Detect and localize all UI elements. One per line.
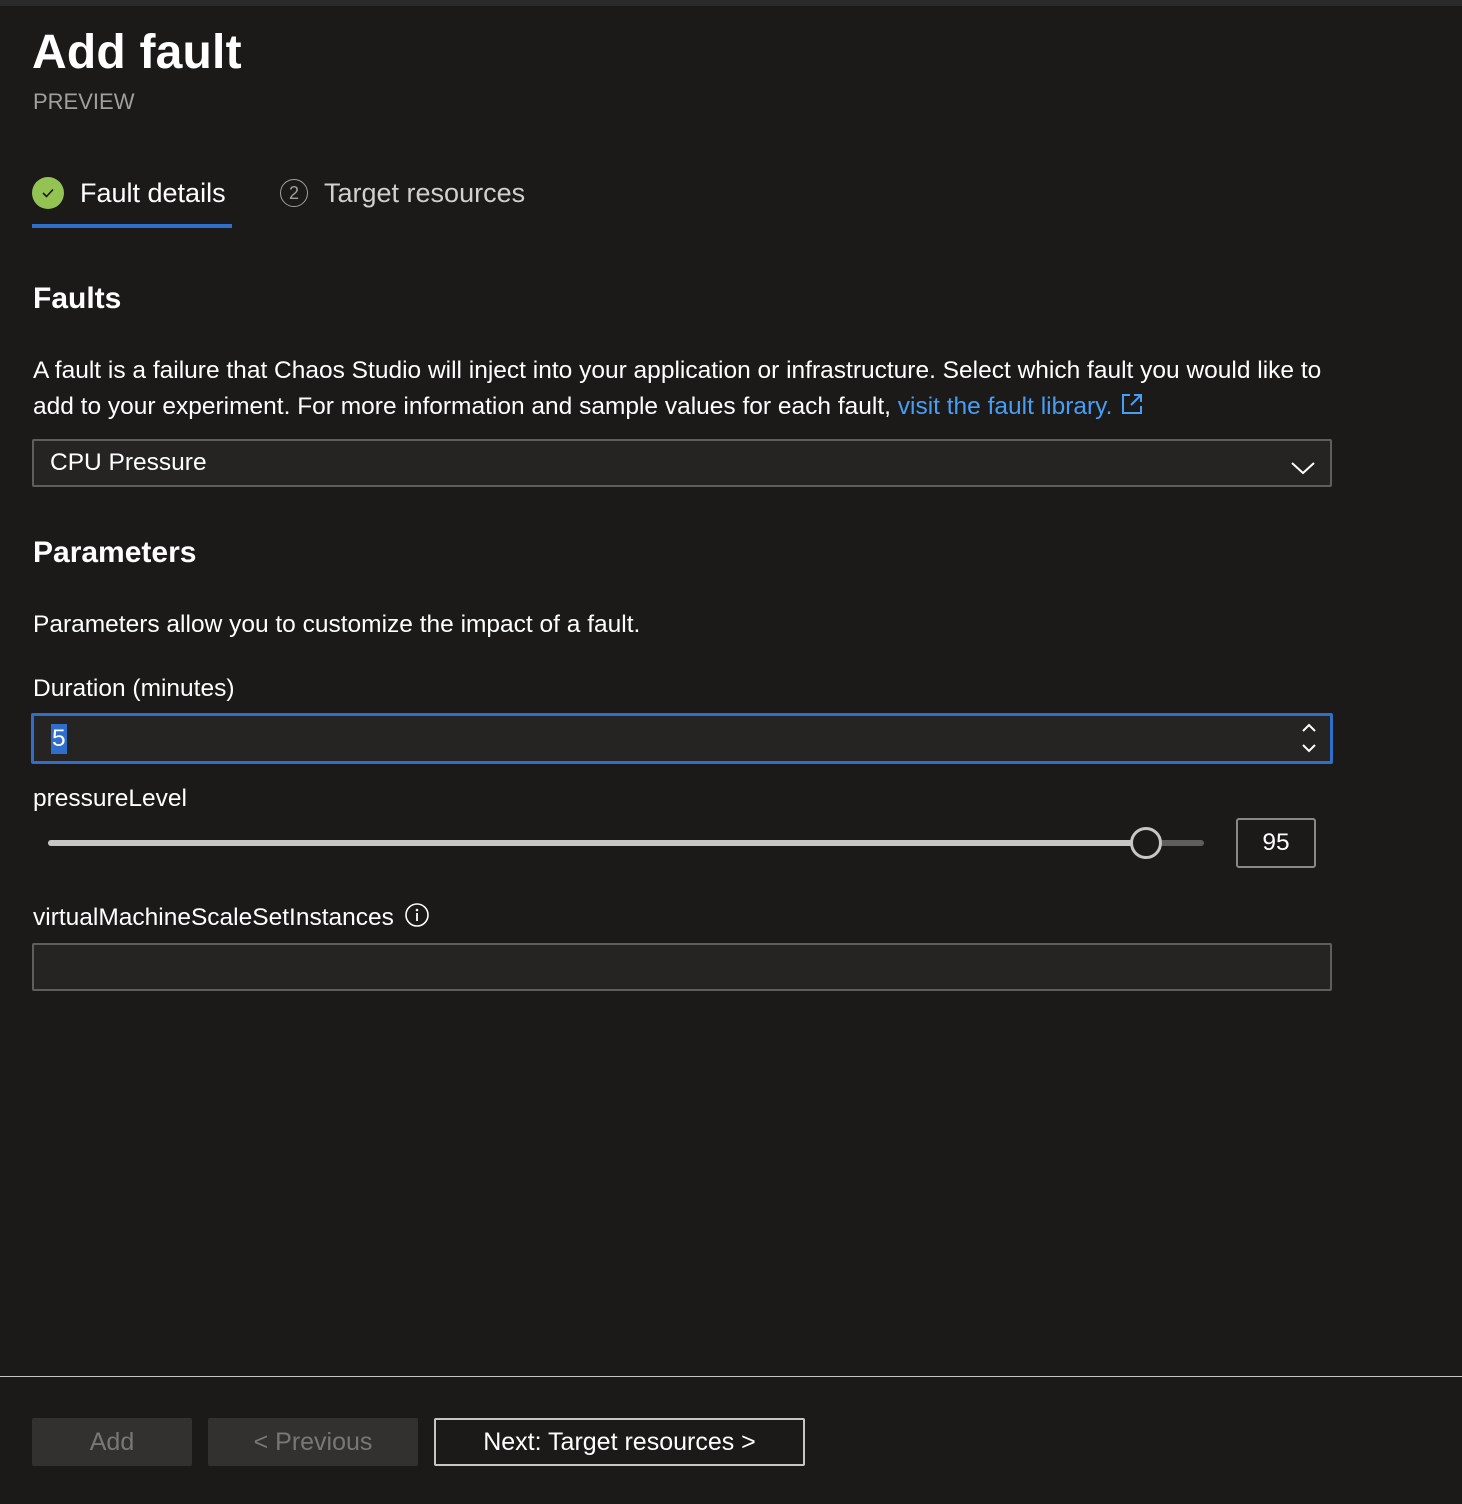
- add-button[interactable]: Add: [32, 1418, 192, 1466]
- pressure-level-label: pressureLevel: [33, 785, 187, 812]
- vmss-instances-input[interactable]: [32, 943, 1332, 991]
- parameters-description: Parameters allow you to customize the im…: [33, 611, 641, 638]
- tab-fault-details[interactable]: Fault details: [32, 170, 226, 216]
- pressure-level-value: 95: [1262, 829, 1290, 856]
- duration-value: 5: [51, 724, 67, 754]
- fault-dropdown-value: CPU Pressure: [50, 449, 207, 476]
- vmss-instances-label: virtualMachineScaleSetInstances: [33, 904, 394, 931]
- fault-dropdown[interactable]: CPU Pressure: [32, 439, 1332, 487]
- pressure-level-slider-thumb[interactable]: [1130, 827, 1163, 859]
- duration-input[interactable]: 5: [31, 713, 1333, 764]
- chevron-down-icon: [1290, 455, 1316, 483]
- checkmark-icon: [32, 177, 64, 209]
- previous-button[interactable]: < Previous: [208, 1418, 418, 1466]
- panel-title: Add fault: [32, 26, 242, 79]
- external-link-icon[interactable]: [1120, 391, 1144, 427]
- chevron-down-icon[interactable]: [1300, 741, 1318, 760]
- pressure-level-value-box[interactable]: 95: [1236, 818, 1316, 868]
- tab-target-resources[interactable]: 2 Target resources: [280, 170, 525, 216]
- info-icon[interactable]: [404, 902, 430, 936]
- footer-divider: [0, 1376, 1462, 1377]
- duration-label: Duration (minutes): [33, 675, 235, 702]
- faults-description: A fault is a failure that Chaos Studio w…: [33, 353, 1353, 427]
- top-border: [0, 0, 1462, 6]
- active-tab-indicator: [32, 224, 232, 228]
- pressure-level-slider-fill: [48, 840, 1147, 846]
- parameters-heading: Parameters: [33, 536, 197, 569]
- tab-label: Target resources: [324, 178, 526, 208]
- vmss-instances-label-row: virtualMachineScaleSetInstances: [33, 902, 430, 936]
- preview-label: PREVIEW: [33, 89, 135, 114]
- fault-library-link[interactable]: visit the fault library.: [898, 393, 1113, 420]
- step-number-icon: 2: [280, 179, 308, 207]
- next-target-resources-button[interactable]: Next: Target resources >: [434, 1418, 805, 1466]
- faults-heading: Faults: [33, 282, 122, 315]
- tab-label: Fault details: [80, 178, 226, 208]
- chevron-up-icon[interactable]: [1300, 721, 1318, 740]
